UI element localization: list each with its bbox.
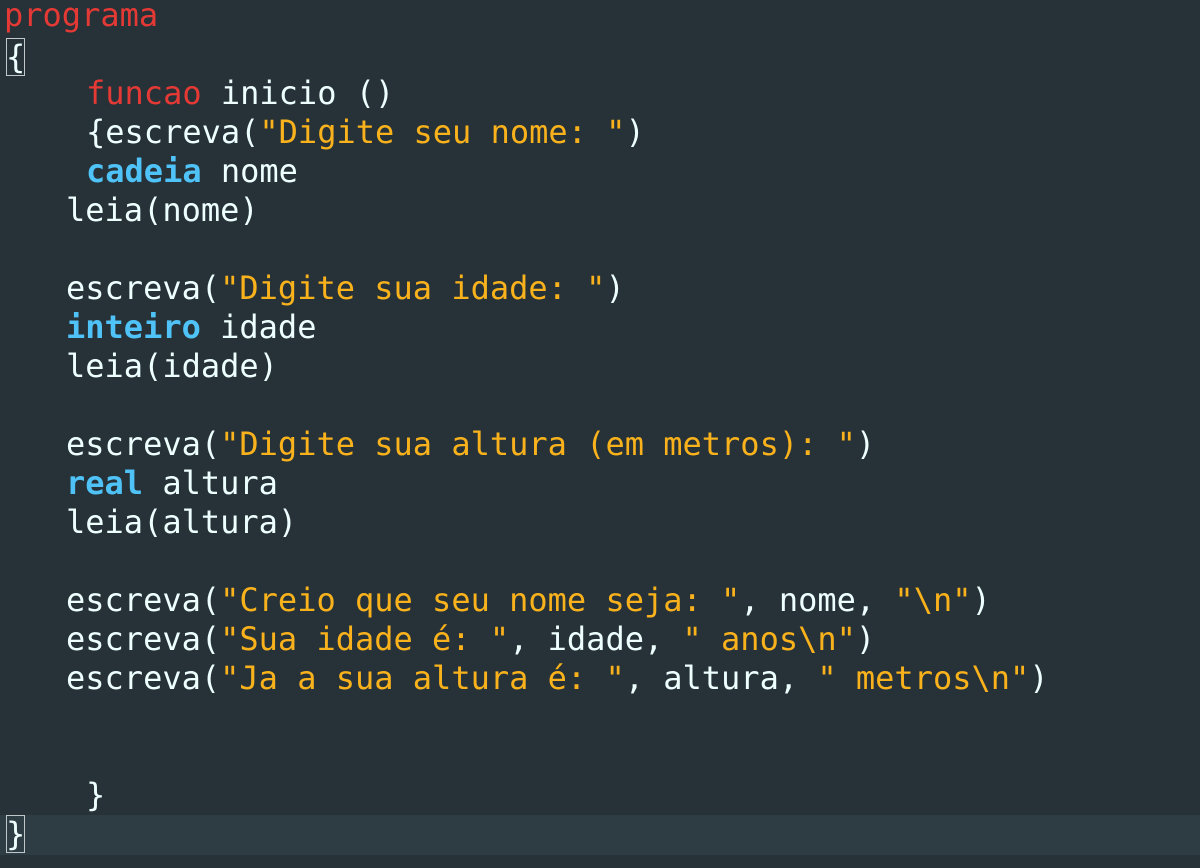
keyword: real [66,464,144,502]
code-token: ) [605,269,625,307]
code-line[interactable]: { [6,38,26,77]
code-line[interactable]: escreva("Sua idade é: ", idade, " anos\n… [66,620,875,659]
code-line[interactable]: escreva("Digite sua altura (em metros): … [66,425,875,464]
string-literal: "Creio que seu nome seja: " [220,581,741,619]
code-line[interactable]: escreva("Creio que seu nome seja: ", nom… [66,581,991,620]
code-line[interactable]: } [86,776,105,815]
code-token: nome [201,152,298,190]
code-token: leia(altura) [66,503,298,541]
string-literal: " anos\n" [682,620,856,658]
code-token: escreva( [66,659,221,697]
code-token: ) [971,581,991,619]
code-token: { [6,38,26,76]
code-line[interactable]: leia(idade) [66,347,278,386]
code-token: leia(idade) [66,347,278,385]
code-token: altura [143,464,278,502]
code-line[interactable]: {escreva("Digite seu nome: ") [86,113,645,152]
keyword: programa [4,0,159,34]
string-literal: " metros\n" [817,659,1030,697]
code-token: ) [855,620,876,658]
code-token: } [86,776,106,814]
code-line[interactable]: } [6,815,26,854]
string-literal: "\n" [894,581,972,619]
string-literal: "Digite sua idade: " [220,269,606,307]
code-line[interactable]: real altura [66,464,278,503]
code-line[interactable]: cadeia nome [86,152,298,191]
code-token: escreva( [66,581,221,619]
code-line[interactable]: programa [4,0,158,35]
code-editor[interactable]: programa{funcao inicio () {escreva("Digit… [0,0,1200,868]
code-line[interactable]: escreva("Ja a sua altura é: ", altura, "… [66,659,1049,698]
code-token: escreva( [66,269,221,307]
code-token: , altura, [624,659,818,697]
string-literal: "Ja a sua altura é: " [220,659,625,697]
code-token: leia(nome) [66,191,259,229]
code-line[interactable]: funcao inicio () [86,74,394,113]
code-line[interactable]: escreva("Digite sua idade: ") [66,269,625,308]
code-token: idade [200,308,317,346]
code-token: , idade, [509,620,683,658]
keyword: funcao [86,74,202,112]
code-token: , nome, [740,581,895,619]
current-line-highlight [0,815,1200,855]
code-line[interactable]: inteiro idade [66,308,316,347]
code-line[interactable]: leia(nome) [66,191,259,230]
string-literal: "Sua idade é: " [220,620,510,658]
code-token: escreva( [66,425,221,463]
code-token: ) [855,425,876,463]
code-token: ) [625,113,645,151]
code-token: inicio () [201,74,395,112]
code-line[interactable]: leia(altura) [66,503,297,542]
string-literal: "Digite seu nome: " [259,113,626,151]
code-token: {escreva( [86,113,260,151]
keyword: inteiro [66,308,201,346]
code-token: } [6,815,26,853]
string-literal: "Digite sua altura (em metros): " [220,425,856,463]
code-token: ) [1029,659,1049,697]
keyword: cadeia [86,152,202,190]
code-token: escreva( [66,620,221,658]
